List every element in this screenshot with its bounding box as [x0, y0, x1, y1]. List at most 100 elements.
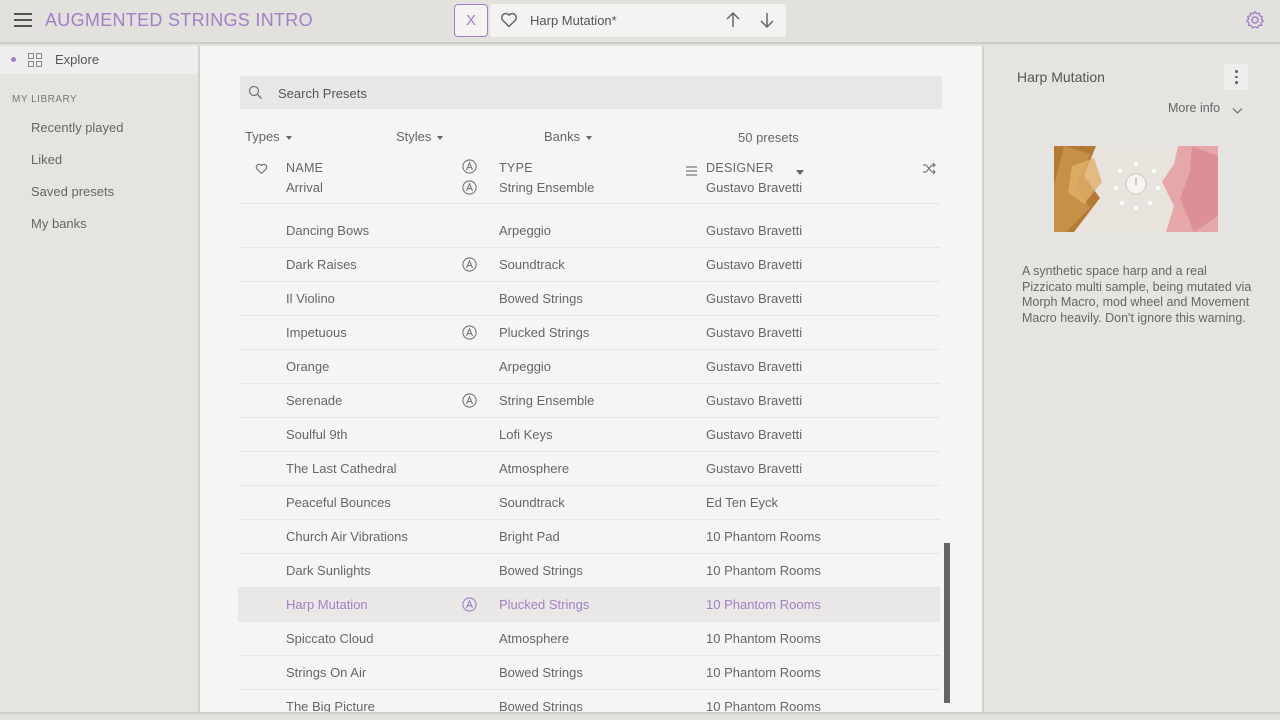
current-preset-bar: Harp Mutation* — [490, 4, 786, 37]
app-title: AUGMENTED STRINGS INTRO — [45, 10, 313, 30]
preset-type: Atmosphere — [499, 631, 570, 646]
close-button[interactable]: X — [454, 4, 488, 37]
preset-designer: 10 Phantom Rooms — [706, 563, 821, 578]
types-filter-label: Types — [245, 129, 280, 144]
arturia-icon — [462, 180, 477, 198]
preset-designer: Gustavo Bravetti — [706, 325, 803, 340]
preset-name: Arrival — [286, 180, 323, 195]
more-info-toggle[interactable]: More info — [1168, 101, 1220, 115]
table-row[interactable]: Dark Raises Soundtrack Gustavo Bravetti — [238, 248, 940, 282]
sidebar-item-liked[interactable]: Liked — [31, 152, 62, 167]
preset-designer: Gustavo Bravetti — [706, 223, 803, 238]
current-preset-name[interactable]: Harp Mutation* — [530, 13, 617, 28]
preset-designer: 10 Phantom Rooms — [706, 529, 821, 544]
preset-designer: Ed Ten Eyck — [706, 495, 779, 510]
arrow-down-icon[interactable] — [758, 11, 776, 32]
table-row[interactable]: Peaceful Bounces Soundtrack Ed Ten Eyck — [238, 486, 940, 520]
arturia-icon[interactable] — [462, 159, 477, 177]
table-row[interactable]: Serenade String Ensemble Gustavo Bravetti — [238, 384, 940, 418]
preset-name: The Big Picture — [286, 699, 375, 712]
kebab-icon[interactable] — [1224, 64, 1248, 90]
table-row[interactable]: Impetuous Plucked Strings Gustavo Bravetti — [238, 316, 940, 350]
preset-type: Arpeggio — [499, 359, 552, 374]
bottom-bar — [0, 712, 1280, 720]
preset-browser: Types Styles Banks 50 presets NAME TYPE … — [200, 46, 982, 712]
caret-down-icon — [285, 135, 292, 140]
arturia-icon — [462, 257, 477, 275]
preset-name: Serenade — [286, 393, 343, 408]
heart-icon[interactable] — [500, 12, 518, 31]
arrow-up-icon[interactable] — [724, 11, 742, 32]
arturia-icon — [462, 393, 477, 411]
preset-count: 50 presets — [738, 130, 799, 145]
sidebar-item-my-banks[interactable]: My banks — [31, 216, 87, 231]
table-row[interactable]: Strings On Air Bowed Strings 10 Phantom Ro… — [238, 656, 940, 690]
preset-name: Impetuous — [286, 325, 347, 340]
preset-designer: 10 Phantom Rooms — [706, 597, 821, 612]
preset-type: Lofi Keys — [499, 427, 553, 442]
preset-name: Church Air Vibrations — [286, 529, 408, 544]
hamburger-icon[interactable] — [14, 13, 32, 27]
table-row[interactable]: The Big Picture Bowed Strings 10 Phantom R… — [238, 690, 940, 712]
search-icon — [248, 85, 263, 103]
preset-type: Plucked Strings — [499, 597, 590, 612]
preset-designer: Gustavo Bravetti — [706, 359, 803, 374]
table-row[interactable]: Arrival String Ensemble Gustavo Bravetti — [238, 180, 940, 204]
column-header-name[interactable]: NAME — [286, 161, 323, 175]
table-row[interactable]: The Last Cathedral Atmosphere Gustavo Brav… — [238, 452, 940, 486]
preset-type: Atmosphere — [499, 461, 570, 476]
table-row[interactable]: Dark Sunlights Bowed Strings 10 Phantom Ro… — [238, 554, 940, 588]
sort-icon[interactable] — [686, 164, 697, 179]
preset-name: Dark Sunlights — [286, 563, 371, 578]
banks-filter-label: Banks — [544, 129, 581, 144]
shuffle-icon[interactable] — [922, 162, 936, 178]
sort-caret-icon[interactable] — [796, 164, 804, 179]
top-bar: AUGMENTED STRINGS INTRO X Harp Mutation* — [0, 0, 1280, 44]
column-header-type[interactable]: TYPE — [499, 161, 533, 175]
sidebar-item-saved-presets[interactable]: Saved presets — [31, 184, 114, 199]
preset-details-panel: Harp Mutation More info A synthetic spac… — [982, 46, 1280, 712]
column-header-designer[interactable]: DESIGNER — [706, 161, 774, 175]
preset-name: Dark Raises — [286, 257, 357, 272]
table-row[interactable]: Church Air Vibrations Bright Pad 10 Phanto… — [238, 520, 940, 554]
details-title: Harp Mutation — [1017, 69, 1105, 85]
arturia-icon — [462, 325, 477, 343]
table-row[interactable]: Spiccato Cloud Atmosphere 10 Phantom Rooms — [238, 622, 940, 656]
preset-designer: 10 Phantom Rooms — [706, 665, 821, 680]
preset-designer: Gustavo Bravetti — [706, 180, 803, 195]
types-filter[interactable]: Types — [245, 129, 292, 144]
preset-description: A synthetic space harp and a real Pizzic… — [1022, 264, 1252, 325]
search-input[interactable] — [278, 83, 878, 103]
table-row[interactable]: Il Violino Bowed Strings Gustavo Bravetti — [238, 282, 940, 316]
styles-filter-label: Styles — [396, 129, 432, 144]
styles-filter[interactable]: Styles — [396, 129, 444, 144]
banks-filter[interactable]: Banks — [544, 129, 593, 144]
preset-type: Arpeggio — [499, 223, 552, 238]
preset-type: Bright Pad — [499, 529, 560, 544]
table-row[interactable]: Harp Mutation Plucked Strings 10 Phantom R… — [238, 588, 940, 622]
arturia-icon — [462, 597, 477, 615]
preset-designer: 10 Phantom Rooms — [706, 699, 821, 712]
sidebar-item-recently-played[interactable]: Recently played — [31, 120, 124, 135]
preset-name: Harp Mutation — [286, 597, 368, 612]
preset-name: Soulful 9th — [286, 427, 348, 442]
table-row[interactable]: Dancing Bows Arpeggio Gustavo Bravetti — [238, 214, 940, 248]
heart-icon[interactable] — [255, 163, 268, 178]
sidebar-item-explore[interactable]: Explore — [0, 46, 198, 74]
preset-name: Il Violino — [286, 291, 335, 306]
preset-designer: Gustavo Bravetti — [706, 461, 803, 476]
scrollbar[interactable] — [944, 543, 950, 703]
preset-type: String Ensemble — [499, 393, 595, 408]
table-row[interactable]: Soulful 9th Lofi Keys Gustavo Bravetti — [238, 418, 940, 452]
preset-designer: Gustavo Bravetti — [706, 291, 803, 306]
preset-type: String Ensemble — [499, 180, 595, 195]
gear-icon[interactable] — [1245, 10, 1265, 33]
preset-type: Bowed Strings — [499, 665, 583, 680]
preset-name: Orange — [286, 359, 330, 374]
preset-designer: Gustavo Bravetti — [706, 393, 803, 408]
preset-name: Dancing Bows — [286, 223, 370, 238]
search-bar[interactable] — [240, 76, 942, 109]
caret-down-icon — [586, 135, 593, 140]
chevron-down-icon[interactable] — [1232, 103, 1243, 118]
table-row[interactable]: Orange Arpeggio Gustavo Bravetti — [238, 350, 940, 384]
